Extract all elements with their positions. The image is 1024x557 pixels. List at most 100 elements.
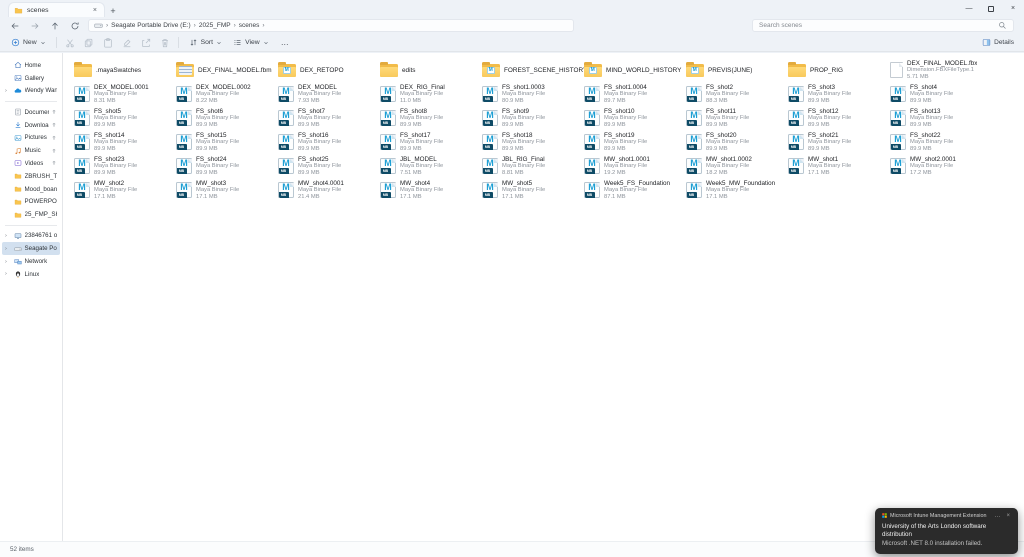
toast-more-icon[interactable]: … xyxy=(992,513,1002,519)
file-item[interactable]: M MB FS_shot3 Maya Binary File 89.9 MB xyxy=(788,82,890,106)
file-item[interactable]: M MB DEX_RIG_Final Maya Binary File 11.0 MB xyxy=(380,82,482,106)
folder-item[interactable]: M PREVIS(JUNE) xyxy=(686,58,788,82)
folder-item[interactable]: edits xyxy=(380,58,482,82)
search-input[interactable]: Search scenes xyxy=(752,18,1014,33)
file-item[interactable]: M MB FS_shot1.0004 Maya Binary File 89.7 MB xyxy=(584,82,686,106)
folder-item[interactable]: M DEX_RETOPO xyxy=(278,58,380,82)
forward-button[interactable] xyxy=(28,19,41,32)
file-item[interactable]: M MB FS_shot20 Maya Binary File 89.9 MB xyxy=(686,130,788,154)
breadcrumb-item[interactable]: 2025_FMP xyxy=(199,22,231,29)
sort-button[interactable]: Sort xyxy=(186,38,225,47)
search-icon xyxy=(998,21,1007,30)
sidebar-item-23846761-on-w-c5[interactable]: › 23846761 on W-C5 xyxy=(2,230,60,243)
file-item[interactable]: M MB FS_shot25 Maya Binary File 89.9 MB xyxy=(278,154,380,178)
file-item[interactable]: M MB FS_shot13 Maya Binary File 89.9 MB xyxy=(890,106,992,130)
view-button[interactable]: View xyxy=(230,38,272,47)
sidebar-item-powerpoint-pag[interactable]: POWERPOINT_PAG xyxy=(2,195,60,208)
maya-mb-badge: MB xyxy=(278,192,289,198)
file-item[interactable]: M MB MW_shot1.0002 Maya Binary File 18.2 MB xyxy=(686,154,788,178)
file-item[interactable]: M MB Week5_FS_Foundation Maya Binary File 87… xyxy=(584,178,686,202)
file-item[interactable]: M MB FS_shot14 Maya Binary File 89.9 MB xyxy=(74,130,176,154)
file-item[interactable]: M MB FS_shot23 Maya Binary File 89.9 MB xyxy=(74,154,176,178)
tab-close-icon[interactable]: × xyxy=(91,7,99,14)
file-item[interactable]: M MB FS_shot5 Maya Binary File 89.9 MB xyxy=(74,106,176,130)
file-item[interactable]: M MB MW_shot3 Maya Binary File 17.1 MB xyxy=(176,178,278,202)
file-item[interactable]: M MB MW_shot1 Maya Binary File 17.1 MB xyxy=(788,154,890,178)
cut-button[interactable] xyxy=(63,38,76,48)
sidebar-item-documents[interactable]: Documents xyxy=(2,106,60,119)
folder-item[interactable]: PROP_RIG xyxy=(788,58,890,82)
file-item[interactable]: M MB MW_shot1.0001 Maya Binary File 19.2 MB xyxy=(584,154,686,178)
file-item[interactable]: M MB FS_shot12 Maya Binary File 89.9 MB xyxy=(788,106,890,130)
file-item[interactable]: M MB FS_shot15 Maya Binary File 89.9 MB xyxy=(176,130,278,154)
sidebar-item-mood-board[interactable]: Mood_board xyxy=(2,183,60,196)
file-item[interactable]: M MB FS_shot18 Maya Binary File 89.9 MB xyxy=(482,130,584,154)
file-item[interactable]: M MB FS_shot11 Maya Binary File 89.9 MB xyxy=(686,106,788,130)
toast-close-icon[interactable]: × xyxy=(1005,513,1011,519)
folder-item[interactable]: M MIND_WORLD_HISTORY xyxy=(584,58,686,82)
file-item[interactable]: M MB FS_shot16 Maya Binary File 89.9 MB xyxy=(278,130,380,154)
up-button[interactable] xyxy=(48,19,61,32)
file-item[interactable]: M MB FS_shot7 Maya Binary File 89.9 MB xyxy=(278,106,380,130)
file-item[interactable]: M MB Week5_MW_Foundation Maya Binary File 17… xyxy=(686,178,788,202)
paste-button[interactable] xyxy=(101,37,114,48)
file-item[interactable]: M MB FS_shot19 Maya Binary File 89.9 MB xyxy=(584,130,686,154)
file-item[interactable]: M MB JBL_RIG_Final Maya Binary File 8.81 MB xyxy=(482,154,584,178)
file-item[interactable]: M MB FS_shot10 Maya Binary File 89.9 MB xyxy=(584,106,686,130)
sidebar-item-music[interactable]: Music xyxy=(2,144,60,157)
file-item[interactable]: M MB MW_shot2 Maya Binary File 17.1 MB xyxy=(74,178,176,202)
file-item[interactable]: M MB FS_shot24 Maya Binary File 89.9 MB xyxy=(176,154,278,178)
file-item[interactable]: M MB FS_shot17 Maya Binary File 89.9 MB xyxy=(380,130,482,154)
copy-button[interactable] xyxy=(82,38,95,48)
delete-button[interactable] xyxy=(158,38,171,48)
refresh-button[interactable] xyxy=(68,19,81,32)
back-button[interactable] xyxy=(8,19,21,32)
sidebar-item-zbrush-turntabl[interactable]: ZBRUSH_TURNTABL xyxy=(2,170,60,183)
sidebar-item-25-fmp-showree[interactable]: 25_FMP_SHOWREE xyxy=(2,208,60,221)
file-item[interactable]: M MB DEX_MODEL.0002 Maya Binary File 8.22 MB xyxy=(176,82,278,106)
close-button[interactable]: × xyxy=(1002,0,1024,17)
file-item[interactable]: M MB FS_shot1.0003 Maya Binary File 80.9 MB xyxy=(482,82,584,106)
details-toggle-button[interactable]: Details xyxy=(982,38,1014,47)
sidebar-item-videos[interactable]: Videos xyxy=(2,157,60,170)
sidebar-item-network[interactable]: › Network xyxy=(2,255,60,268)
file-item[interactable]: M MB JBL_MODEL Maya Binary File 7.51 MB xyxy=(380,154,482,178)
folder-item[interactable]: .mayaSwatches xyxy=(74,58,176,82)
file-item[interactable]: M MB FS_shot2 Maya Binary File 88.3 MB xyxy=(686,82,788,106)
file-item[interactable]: M MB FS_shot9 Maya Binary File 89.9 MB xyxy=(482,106,584,130)
sidebar-item-pictures[interactable]: Pictures xyxy=(2,131,60,144)
file-item[interactable]: M MB FS_shot6 Maya Binary File 89.9 MB xyxy=(176,106,278,130)
file-item[interactable]: M MB MW_shot2.0001 Maya Binary File 17.2 MB xyxy=(890,154,992,178)
more-options-button[interactable]: … xyxy=(277,38,294,47)
sidebar-item-linux[interactable]: › Linux xyxy=(2,268,60,281)
file-item[interactable]: M MB DEX_MODEL.0001 Maya Binary File 8.31 MB xyxy=(74,82,176,106)
linux-icon xyxy=(14,270,22,279)
folder-item[interactable]: DEX_FINAL_MODEL.fbm xyxy=(176,58,278,82)
sidebar-item-gallery[interactable]: Gallery xyxy=(2,72,60,85)
sidebar-item-downloads[interactable]: Downloads xyxy=(2,119,60,132)
file-item[interactable]: M MB MW_shot4.0001 Maya Binary File 21.4 MB xyxy=(278,178,380,202)
file-item[interactable]: M MB FS_shot4 Maya Binary File 89.9 MB xyxy=(890,82,992,106)
share-button[interactable] xyxy=(139,38,152,48)
folder-item[interactable]: M FOREST_SCENE_HISTORY xyxy=(482,58,584,82)
new-button[interactable]: New xyxy=(8,38,49,47)
breadcrumb-item[interactable]: scenes xyxy=(239,22,260,29)
minimize-button[interactable]: — xyxy=(958,0,980,17)
sidebar-item-wendy-wang-univ[interactable]: › Wendy Wang - Univ xyxy=(2,85,60,98)
file-item[interactable]: M MB MW_shot4 Maya Binary File 17.1 MB xyxy=(380,178,482,202)
tab-scenes[interactable]: scenes × xyxy=(8,2,105,17)
sidebar-item-home[interactable]: Home xyxy=(2,59,60,72)
file-item[interactable]: M MB MW_shot5 Maya Binary File 17.1 MB xyxy=(482,178,584,202)
new-tab-button[interactable]: + xyxy=(105,6,121,17)
file-item[interactable]: M MB DEX_MODEL Maya Binary File 7.93 MB xyxy=(278,82,380,106)
rename-button[interactable] xyxy=(120,38,133,48)
file-item[interactable]: M MB FS_shot8 Maya Binary File 89.9 MB xyxy=(380,106,482,130)
file-item[interactable]: DEX_FINAL_MODEL.fbx Dimension.FBXFileType… xyxy=(890,58,992,82)
maximize-button[interactable] xyxy=(980,0,1002,17)
breadcrumb-item[interactable]: Seagate Portable Drive (E:) xyxy=(111,22,190,29)
file-item[interactable]: M MB FS_shot21 Maya Binary File 89.9 MB xyxy=(788,130,890,154)
sidebar-item-seagate-portable-d[interactable]: › Seagate Portable D xyxy=(2,242,60,256)
notification-toast[interactable]: Microsoft Intune Management Extension … … xyxy=(875,507,1018,554)
file-item[interactable]: M MB FS_shot22 Maya Binary File 89.9 MB xyxy=(890,130,992,154)
maya-file-icon: M MB xyxy=(482,182,498,198)
